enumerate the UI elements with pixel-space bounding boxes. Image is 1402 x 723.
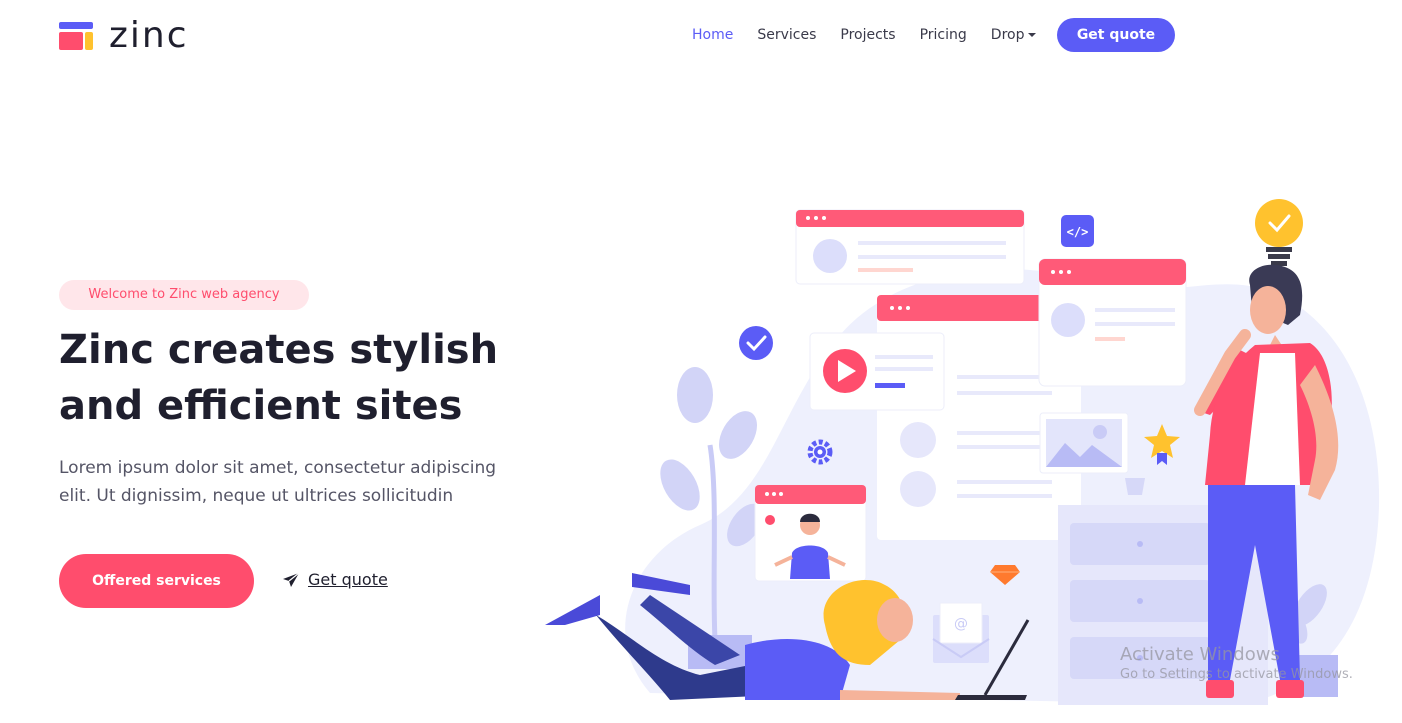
check-circle-icon	[739, 326, 773, 360]
offered-services-button[interactable]: Offered services	[59, 554, 254, 608]
brand-name: zinc	[109, 15, 189, 56]
get-quote-button[interactable]: Get quote	[1057, 18, 1175, 52]
mail-envelope-icon: @	[932, 602, 990, 663]
browser-card-right	[1038, 258, 1187, 387]
windows-activation-watermark: Activate Windows Go to Settings to activ…	[1120, 644, 1353, 682]
browser-card-top	[795, 209, 1025, 285]
video-call-card	[754, 484, 867, 582]
image-card	[1039, 412, 1129, 474]
nav-home[interactable]: Home	[692, 27, 733, 43]
caret-down-icon	[1028, 33, 1037, 37]
welcome-badge: Welcome to Zinc web agency	[59, 280, 309, 310]
nav-drop[interactable]: Drop	[991, 27, 1037, 43]
brand-logo[interactable]: zinc	[59, 18, 189, 54]
hero-title-line-2: and efficient sites	[59, 383, 463, 429]
video-card	[809, 332, 945, 411]
paper-plane-icon	[283, 572, 300, 587]
hero-subtitle: Lorem ipsum dolor sit amet, consectetur …	[59, 458, 497, 506]
nav-drop-label: Drop	[990, 27, 1025, 43]
lightbulb-icon	[1255, 199, 1303, 266]
nav-projects[interactable]: Projects	[840, 27, 895, 43]
nav-services[interactable]: Services	[757, 27, 816, 43]
navbar: zinc Home Services Projects Pricing Drop…	[0, 0, 1402, 70]
nav-pricing[interactable]: Pricing	[920, 27, 967, 43]
watermark-title: Activate Windows	[1120, 644, 1280, 665]
code-tag-icon: </>	[1061, 215, 1094, 247]
get-quote-link[interactable]: Get quote	[282, 570, 388, 589]
watermark-subtitle: Go to Settings to activate Windows.	[1120, 667, 1353, 682]
hero-title: Zinc creates stylish and efficient sites	[59, 322, 579, 434]
svg-text:@: @	[954, 616, 968, 632]
zinc-logo-icon	[59, 20, 93, 52]
hero-title-line-1: Zinc creates stylish	[59, 327, 499, 373]
svg-text:</>: </>	[1067, 225, 1089, 239]
main-nav: Home Services Projects Pricing Drop	[692, 18, 1060, 52]
get-quote-link-label: Get quote	[308, 570, 388, 589]
